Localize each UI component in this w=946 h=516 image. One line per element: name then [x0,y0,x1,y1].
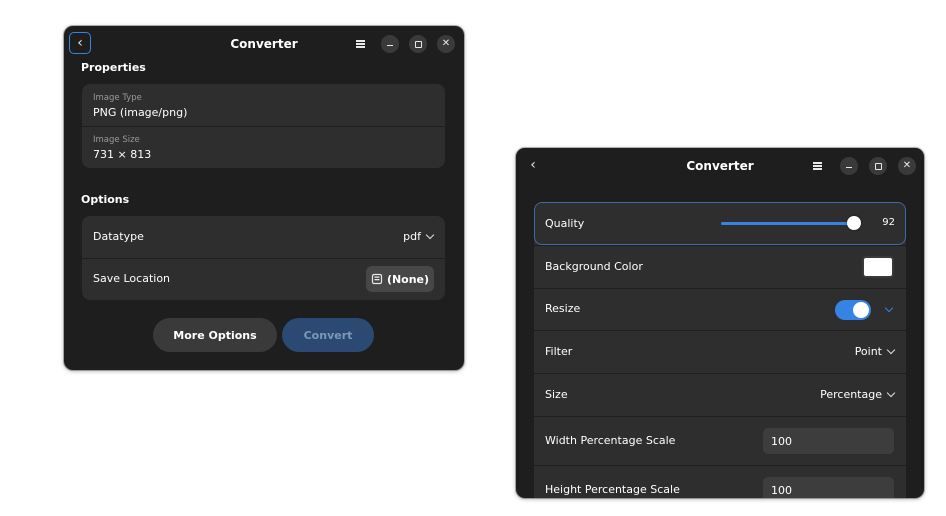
window-title: Converter [686,159,754,173]
datatype-row[interactable]: Datatype pdf [82,216,445,258]
image-type-caption: Image Type [93,93,142,103]
datatype-value: pdf [403,230,421,243]
image-size-caption: Image Size [93,135,140,145]
quality-slider-handle[interactable] [847,216,861,230]
options-card: Datatype pdf Save Location (None) [82,216,445,300]
header-bar: ‹ Converter ✕ [516,148,924,185]
minimize-button[interactable] [381,35,399,53]
chevron-left-icon: ‹ [77,35,83,51]
window-title: Converter [230,37,298,51]
options-heading: Options [81,193,130,206]
chevron-down-icon [886,345,896,355]
size-label: Size [545,388,568,401]
chevron-down-icon [886,388,896,398]
filter-dropdown[interactable]: Point [854,345,896,358]
resize-label: Resize [545,302,581,315]
size-value: Percentage [820,388,882,401]
main-menu-button[interactable] [808,157,826,175]
hamburger-menu-icon [812,165,822,167]
save-location-value: (None) [386,272,430,286]
chevron-left-icon: ‹ [530,157,536,173]
header-bar: ‹ Converter ✕ [64,26,464,61]
height-scale-input[interactable]: 100 [763,477,894,498]
height-scale-label: Height Percentage Scale [545,483,680,496]
hamburger-menu-icon [355,43,365,45]
background-color-label: Background Color [545,260,643,273]
properties-heading: Properties [81,61,146,74]
filter-label: Filter [545,345,573,358]
convert-button[interactable]: Convert [282,318,374,352]
save-location-button[interactable]: (None) [366,266,434,292]
quality-value: 92 [882,217,895,228]
save-location-label: Save Location [93,272,171,285]
background-color-button[interactable] [862,256,894,278]
more-options-button[interactable]: More Options [153,318,277,352]
quality-label: Quality [545,217,585,230]
minimize-icon [846,166,852,169]
filter-value: Point [854,345,882,358]
width-scale-label: Width Percentage Scale [545,434,676,447]
size-dropdown[interactable]: Percentage [820,388,896,401]
image-type-value: PNG (image/png) [93,106,188,119]
datatype-dropdown[interactable]: pdf [403,230,435,243]
save-location-row: Save Location (None) [82,259,445,300]
datatype-label: Datatype [93,230,144,243]
maximize-icon [414,40,422,48]
chevron-down-icon[interactable] [884,303,894,313]
minimize-button[interactable] [840,157,858,175]
switch-knob [853,302,869,318]
close-button[interactable]: ✕ [898,157,916,175]
height-scale-row: Height Percentage Scale 100 [534,465,906,498]
main-menu-button[interactable] [351,35,369,53]
resize-row[interactable]: Resize [534,288,906,331]
maximize-button[interactable] [409,35,427,53]
width-scale-input[interactable]: 100 [763,428,894,454]
image-size-row: Image Size 731 × 813 [82,127,445,168]
back-button[interactable]: ‹ [69,32,91,54]
back-button[interactable]: ‹ [522,154,544,176]
chevron-down-icon [425,230,435,240]
quality-slider-track[interactable] [721,222,855,225]
background-color-row: Background Color [534,245,906,289]
maximize-icon [874,162,882,170]
size-row[interactable]: Size Percentage [534,373,906,417]
options-list: Quality 92 Background Color Resize Filte… [534,202,906,498]
converter-window-main: ‹ Converter ✕ Properties Image Type PNG … [64,26,464,370]
maximize-button[interactable] [869,157,887,175]
folder-document-icon [371,273,383,285]
close-icon: ✕ [441,38,451,49]
close-button[interactable]: ✕ [437,35,455,53]
image-type-row: Image Type PNG (image/png) [82,84,445,126]
properties-card: Image Type PNG (image/png) Image Size 73… [82,84,445,168]
converter-window-options: ‹ Converter ✕ Quality 92 Background Colo… [516,148,924,498]
minimize-icon [387,44,393,47]
filter-row[interactable]: Filter Point [534,330,906,374]
width-scale-row: Width Percentage Scale 100 [534,416,906,466]
close-icon: ✕ [902,160,912,171]
resize-switch[interactable] [835,300,871,320]
quality-row: Quality 92 [534,202,906,245]
image-size-value: 731 × 813 [93,148,152,161]
